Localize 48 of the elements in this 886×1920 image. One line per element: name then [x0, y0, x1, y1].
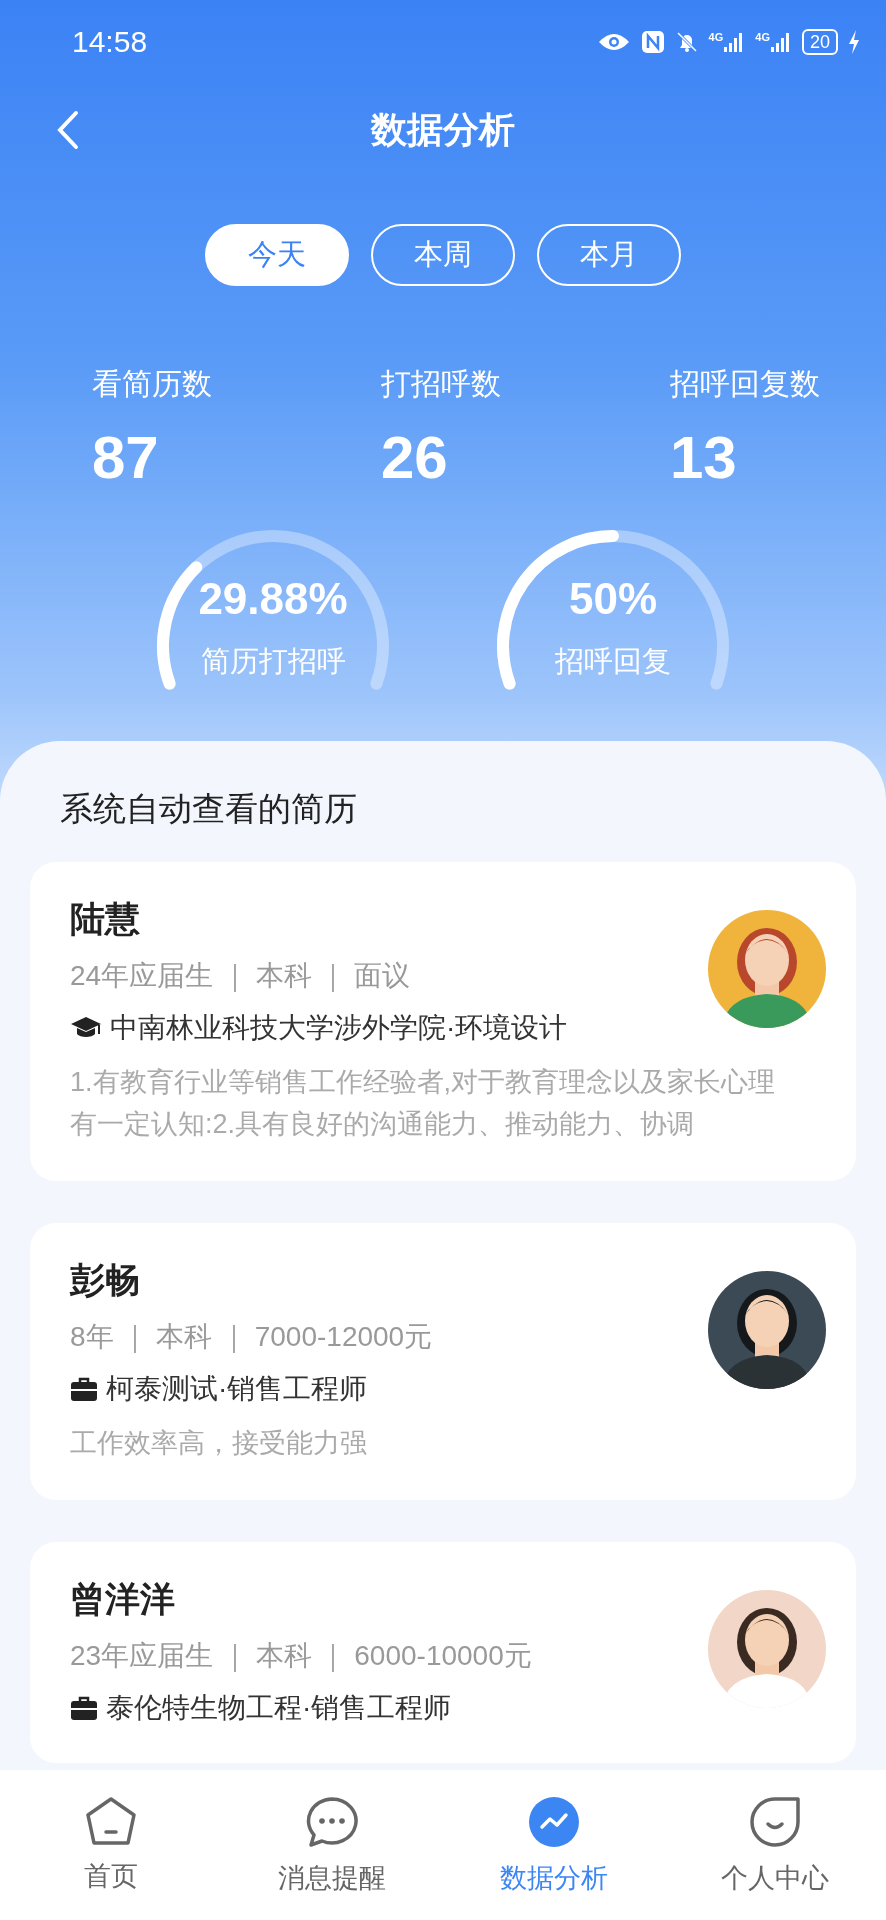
chat-icon	[305, 1796, 360, 1848]
candidate-meta: 24年应届生 ｜ 本科 ｜ 面议	[70, 959, 412, 994]
nav-item[interactable]: 首页	[10, 1796, 211, 1894]
resume-card[interactable]: 曾洋洋 23年应届生 ｜ 本科 ｜ 6000-10000元 泰伦特生物工程·销售工程师	[30, 1542, 856, 1763]
candidate-name: 彭畅	[70, 1259, 141, 1301]
stat-label: 打招呼数	[381, 366, 502, 402]
gauge-label: 简历打招呼	[199, 644, 347, 679]
briefcase-icon	[70, 1695, 98, 1721]
trend-chart-icon	[527, 1796, 580, 1848]
candidate-education: 泰伦特生物工程·销售工程师	[106, 1691, 452, 1725]
stat-value: 26	[381, 423, 449, 492]
candidate-name: 曾洋洋	[70, 1578, 176, 1620]
briefcase-icon	[70, 1376, 98, 1402]
candidate-education: 中南林业科技大学涉外学院·环境设计	[110, 1011, 568, 1045]
stat-label: 招呼回复数	[670, 366, 821, 402]
resume-card[interactable]: 陆慧 24年应届生 ｜ 本科 ｜ 面议 中南林业科技大学涉外学院·环境设计 1.有教育行业等销售工作经验者,对于教育理念以及家长心理有一定认知:2.具有良好的沟通能力、推动能力、协调	[30, 862, 856, 1181]
stat-value: 87	[92, 423, 160, 492]
gauge-reading: 50%	[567, 574, 659, 624]
nav-item[interactable]: 个人中心	[675, 1796, 876, 1896]
nav-item[interactable]: 数据分析	[453, 1796, 654, 1896]
network-label: 4G	[708, 31, 724, 43]
nav-item[interactable]: 消息提醒	[232, 1796, 433, 1896]
network-label: 4G	[755, 31, 770, 43]
battery-indicator: 20	[801, 29, 838, 55]
candidate-name: 陆慧	[70, 898, 141, 940]
section-title: 系统自动查看的简历	[60, 789, 358, 829]
page-title: 数据分析	[371, 107, 515, 152]
status-time: 14:58	[72, 25, 148, 59]
gauge-label: 招呼回复	[554, 644, 672, 679]
resume-card[interactable]: 彭畅 8年 ｜ 本科 ｜ 7000-12000元 柯泰测试·销售工程师 工作效率高，接受能力强	[30, 1223, 856, 1500]
candidate-summary: 1.有教育行业等销售工作经验者,对于教育理念以及家长心理有一定认知:2.具有良好的沟通能力、推动能力、协调	[70, 1066, 777, 1141]
back-icon[interactable]	[56, 110, 80, 150]
stat-label: 看简历数	[92, 366, 213, 402]
candidate-summary: 工作效率高，接受能力强	[70, 1427, 368, 1460]
candidate-education: 柯泰测试·销售工程师	[106, 1372, 368, 1406]
signal-icon	[769, 31, 792, 53]
gauge-reading: 29.88%	[197, 574, 349, 624]
candidate-meta: 23年应届生 ｜ 本科 ｜ 6000-10000元	[70, 1639, 532, 1674]
profile-icon	[749, 1796, 802, 1848]
home-icon	[84, 1796, 137, 1846]
stat-value: 13	[670, 423, 738, 492]
candidate-meta: 8年 ｜ 本科 ｜ 7000-12000元	[70, 1320, 434, 1355]
nfc-icon	[640, 30, 665, 54]
bell-off-icon	[674, 30, 699, 54]
period-tab[interactable]: 本周	[371, 224, 515, 286]
period-tab[interactable]: 本月	[537, 224, 681, 286]
charging-icon	[848, 30, 860, 54]
period-tab[interactable]: 今天	[205, 224, 349, 286]
